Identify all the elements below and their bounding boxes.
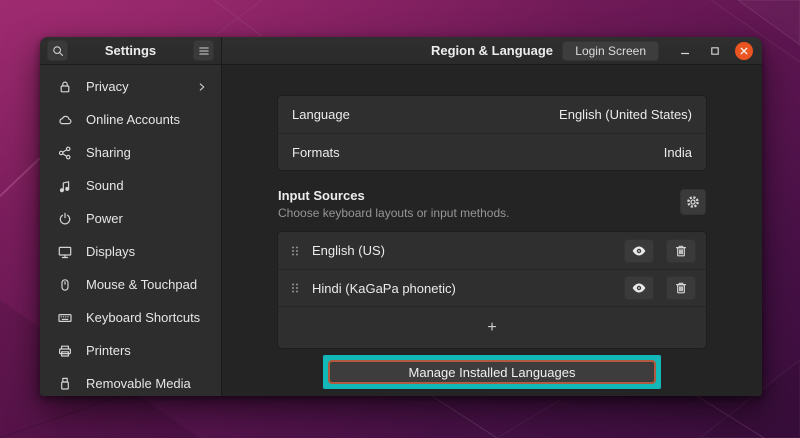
lock-icon — [57, 79, 73, 95]
sidebar-headerbar: Settings — [40, 37, 222, 64]
sidebar-item-label: Keyboard Shortcuts — [86, 310, 209, 325]
sidebar-item-label: Mouse & Touchpad — [86, 277, 209, 292]
sidebar-item-keyboard-shortcuts[interactable]: Keyboard Shortcuts — [40, 301, 221, 334]
drag-dots-icon — [290, 243, 300, 259]
search-button[interactable] — [47, 40, 68, 61]
minimize-button[interactable] — [675, 41, 695, 61]
sidebar-item-label: Online Accounts — [86, 112, 209, 127]
menu-button[interactable] — [193, 40, 214, 61]
input-sources-header: Input Sources Choose keyboard layouts or… — [278, 188, 706, 220]
settings-window: Settings Region & Language Login Screen — [40, 37, 762, 396]
language-label: Language — [292, 107, 350, 122]
share-icon — [57, 145, 73, 161]
sidebar-item-label: Displays — [86, 244, 209, 259]
formats-row[interactable]: Formats India — [278, 133, 706, 170]
drag-handle-icon[interactable] — [290, 280, 300, 296]
drag-handle-icon[interactable] — [290, 243, 300, 259]
sidebar-item-label: Removable Media — [86, 376, 209, 391]
region-language-panel: Language English (United States) Formats… — [222, 65, 762, 396]
region-formats-card: Language English (United States) Formats… — [277, 95, 707, 171]
plus-icon: + — [487, 319, 496, 337]
input-source-row-hindi[interactable]: Hindi (KaGaPa phonetic) — [278, 269, 706, 306]
mouse-icon — [57, 277, 73, 293]
sidebar-item-label: Sound — [86, 178, 209, 193]
formats-value: India — [664, 145, 692, 160]
cloud-icon — [57, 112, 73, 128]
sound-icon — [57, 178, 73, 194]
usb-icon — [57, 376, 73, 392]
login-screen-button[interactable]: Login Screen — [562, 41, 659, 61]
input-source-row-english-us[interactable]: English (US) — [278, 232, 706, 269]
sidebar-item-removable-media[interactable]: Removable Media — [40, 367, 221, 396]
sidebar-item-printers[interactable]: Printers — [40, 334, 221, 367]
minimize-icon — [679, 45, 691, 57]
search-icon — [51, 44, 65, 58]
sidebar-item-privacy[interactable]: Privacy — [40, 70, 221, 103]
remove-source-button[interactable] — [666, 239, 696, 263]
printer-icon — [57, 343, 73, 359]
preview-layout-button[interactable] — [624, 239, 654, 263]
input-sources-options-button[interactable] — [680, 189, 706, 215]
remove-source-button[interactable] — [666, 276, 696, 300]
language-value: English (United States) — [559, 107, 692, 122]
power-icon — [57, 211, 73, 227]
sidebar-item-power[interactable]: Power — [40, 202, 221, 235]
trash-icon — [673, 280, 689, 296]
content-headerbar: Region & Language Login Screen — [222, 37, 762, 64]
maximize-button[interactable] — [705, 41, 725, 61]
gear-icon — [685, 194, 701, 210]
formats-label: Formats — [292, 145, 340, 160]
menu-icon — [197, 44, 211, 58]
input-sources-list: English (US) — [277, 231, 707, 349]
maximize-icon — [709, 45, 721, 57]
add-input-source-button[interactable]: + — [278, 306, 706, 348]
drag-dots-icon — [290, 280, 300, 296]
preview-layout-button[interactable] — [624, 276, 654, 300]
trash-icon — [673, 243, 689, 259]
display-icon — [57, 244, 73, 260]
titlebar: Settings Region & Language Login Screen — [40, 37, 762, 65]
window-body: Privacy Online Accounts Sharing — [40, 65, 762, 396]
keyboard-icon — [57, 310, 73, 326]
input-source-name: Hindi (KaGaPa phonetic) — [312, 281, 612, 296]
sidebar-item-label: Sharing — [86, 145, 209, 160]
sidebar-item-sound[interactable]: Sound — [40, 169, 221, 202]
sidebar-item-label: Printers — [86, 343, 209, 358]
sidebar-item-online-accounts[interactable]: Online Accounts — [40, 103, 221, 136]
eye-icon — [631, 280, 647, 296]
sidebar-item-mouse-touchpad[interactable]: Mouse & Touchpad — [40, 268, 221, 301]
chevron-right-icon — [195, 80, 209, 94]
app-title: Settings — [68, 43, 193, 58]
eye-icon — [631, 243, 647, 259]
sidebar: Privacy Online Accounts Sharing — [40, 65, 222, 396]
close-icon — [739, 46, 749, 56]
close-button[interactable] — [735, 42, 753, 60]
sidebar-item-label: Power — [86, 211, 209, 226]
annotation-highlight: Manage Installed Languages — [323, 355, 661, 389]
input-source-name: English (US) — [312, 243, 612, 258]
sidebar-item-sharing[interactable]: Sharing — [40, 136, 221, 169]
language-row[interactable]: Language English (United States) — [278, 96, 706, 133]
input-sources-subtitle: Choose keyboard layouts or input methods… — [278, 206, 672, 220]
manage-installed-languages-button[interactable]: Manage Installed Languages — [328, 360, 656, 384]
sidebar-item-displays[interactable]: Displays — [40, 235, 221, 268]
sidebar-item-label: Privacy — [86, 79, 182, 94]
input-sources-title: Input Sources — [278, 188, 672, 203]
